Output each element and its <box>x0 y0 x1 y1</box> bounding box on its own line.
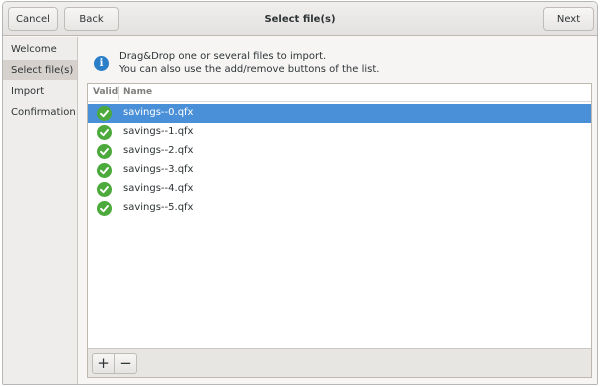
file-name: savings--4.qfx <box>123 183 194 194</box>
file-name: savings--3.qfx <box>123 164 194 175</box>
check-circle-icon <box>97 201 112 216</box>
assistant-window: Cancel Back Select file(s) Next Welcome … <box>2 1 598 385</box>
steps-sidebar: Welcome Select file(s) Import Confirmati… <box>3 37 78 384</box>
check-circle-icon <box>97 163 112 178</box>
file-name: savings--0.qfx <box>123 107 194 118</box>
sidebar-item-select-files[interactable]: Select file(s) <box>3 60 77 80</box>
sidebar-item-confirmation[interactable]: Confirmation <box>3 102 77 122</box>
list-toolbar: + − <box>88 348 591 377</box>
file-name: savings--1.qfx <box>123 126 194 137</box>
info-line-1: Drag&Drop one or several files to import… <box>119 51 327 62</box>
table-row[interactable]: savings--1.qfx <box>88 123 591 142</box>
file-rows: savings--0.qfx savings--1.qfx savings--2… <box>88 104 591 218</box>
table-row[interactable]: savings--5.qfx <box>88 199 591 218</box>
info-line-2: You can also use the add/remove buttons … <box>119 64 380 75</box>
check-circle-icon <box>97 144 112 159</box>
check-circle-icon <box>97 182 112 197</box>
check-circle-icon <box>97 125 112 140</box>
check-circle-icon <box>97 106 112 121</box>
cancel-button[interactable]: Cancel <box>8 7 58 31</box>
file-name: savings--2.qfx <box>123 145 194 156</box>
file-name: savings--5.qfx <box>123 202 194 213</box>
column-name[interactable]: Name <box>123 87 152 97</box>
info-icon: i <box>94 56 109 71</box>
table-row[interactable]: savings--2.qfx <box>88 142 591 161</box>
table-row[interactable]: savings--0.qfx <box>88 104 591 123</box>
column-divider <box>118 86 119 100</box>
sidebar-item-welcome[interactable]: Welcome <box>3 39 77 59</box>
column-valid[interactable]: Valid <box>93 87 118 97</box>
info-message: Drag&Drop one or several files to import… <box>119 50 379 76</box>
file-list[interactable]: Valid Name savings--0.qfx savings--1.qfx… <box>87 83 592 378</box>
next-button[interactable]: Next <box>543 7 594 31</box>
minus-icon: − <box>119 354 132 372</box>
header-bar: Cancel Back Select file(s) Next <box>3 2 597 36</box>
remove-file-button[interactable]: − <box>114 353 137 374</box>
plus-icon: + <box>97 354 110 372</box>
add-file-button[interactable]: + <box>92 353 115 374</box>
table-row[interactable]: savings--3.qfx <box>88 161 591 180</box>
back-button[interactable]: Back <box>64 7 119 31</box>
main-content: i Drag&Drop one or several files to impo… <box>79 37 597 384</box>
sidebar-item-import[interactable]: Import <box>3 81 77 101</box>
table-row[interactable]: savings--4.qfx <box>88 180 591 199</box>
column-header: Valid Name <box>88 84 591 102</box>
